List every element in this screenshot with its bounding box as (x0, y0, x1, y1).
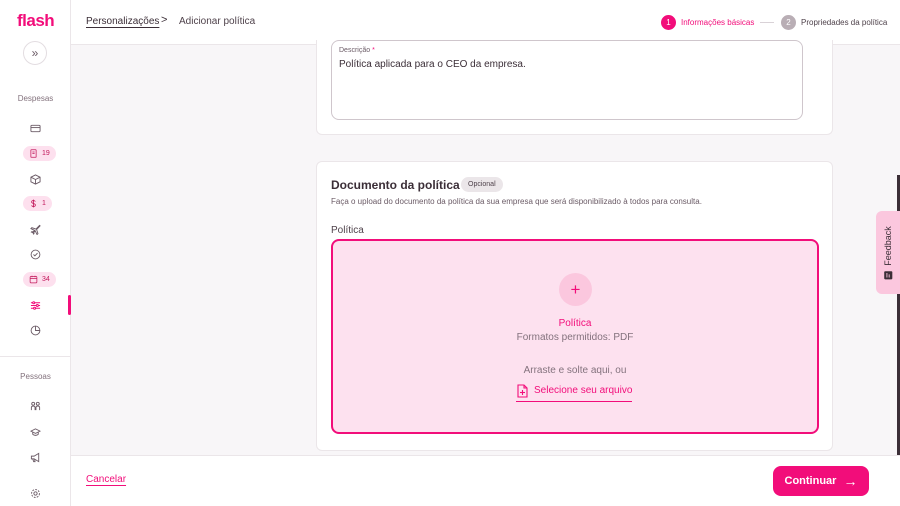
sidebar-item-advances[interactable]: 1 (23, 196, 52, 211)
flash-logo[interactable]: flash (17, 11, 55, 31)
optional-badge: Opcional (461, 177, 503, 192)
document-section-description: Faça o upload do documento da política d… (331, 197, 702, 206)
stepper-connector (760, 22, 774, 23)
section-label-people: Pessoas (20, 372, 51, 381)
people-icon (30, 401, 40, 410)
step-1-number: 1 (661, 15, 676, 30)
sidebar: flash » Despesas 19 1 34 Pessoas (0, 0, 71, 506)
breadcrumb-chevron-icon: > (161, 14, 168, 26)
pie-chart-icon (30, 325, 40, 335)
step-1-label: Informações básicas (681, 18, 755, 27)
description-label: Descrição * (339, 47, 375, 54)
dropzone-title: Política (558, 318, 592, 329)
file-add-icon (517, 383, 528, 398)
active-indicator (68, 295, 71, 315)
plus-icon[interactable]: + (559, 273, 592, 306)
description-textarea[interactable]: Descrição * Política aplicada para o CEO… (331, 40, 803, 120)
sidebar-item-statements[interactable]: 34 (23, 272, 56, 287)
dollar-icon (31, 199, 36, 208)
sidebar-item-customizations[interactable] (23, 297, 47, 313)
sidebar-item-people[interactable] (23, 398, 47, 414)
sidebar-item-announcements[interactable] (23, 449, 47, 465)
sidebar-item-training[interactable] (23, 424, 47, 440)
footer-bar: Cancelar Continuar → (71, 455, 900, 506)
cancel-button[interactable]: Cancelar (86, 474, 126, 485)
breadcrumb-current: Adicionar política (179, 16, 256, 27)
megaphone-icon (30, 452, 39, 462)
select-file-label: Selecione seu arquivo (534, 385, 633, 396)
sidebar-item-packages[interactable] (23, 171, 47, 187)
graduation-cap-icon (29, 427, 41, 436)
feedback-label: Feedback (883, 225, 893, 266)
feedback-icon (883, 270, 893, 279)
arrow-right-icon: → (843, 473, 858, 489)
sidebar-item-reports[interactable]: 19 (23, 146, 56, 161)
calendar-icon (29, 275, 38, 284)
dropzone-drag-text: Arraste e solte aqui, ou (523, 365, 627, 376)
airplane-icon (29, 224, 41, 235)
sidebar-item-approvals[interactable] (23, 246, 47, 262)
credit-card-icon (29, 124, 41, 132)
file-dropzone[interactable]: + Política Formatos permitidos: PDF Arra… (331, 239, 819, 434)
step-2-number: 2 (781, 15, 796, 30)
top-bar: Personalizações > Adicionar política 1 I… (71, 0, 900, 45)
statements-count-badge: 34 (42, 276, 50, 283)
continue-label: Continuar (784, 475, 837, 487)
document-section-title: Documento da política (331, 178, 460, 192)
continue-button[interactable]: Continuar → (773, 466, 869, 496)
sidebar-item-analytics[interactable] (23, 322, 47, 338)
section-label-expenses: Despesas (17, 94, 54, 103)
sliders-icon (30, 300, 40, 310)
receipt-icon (30, 149, 37, 158)
expand-sidebar-button[interactable]: » (23, 41, 47, 65)
gear-icon (30, 488, 40, 498)
sidebar-divider (0, 356, 71, 357)
feedback-tab[interactable]: Feedback (876, 211, 900, 294)
reports-count-badge: 19 (42, 150, 50, 157)
check-circle-icon (30, 249, 40, 259)
policy-field-label: Política (331, 225, 364, 236)
select-file-link[interactable]: Selecione seu arquivo (516, 382, 633, 402)
advances-count-badge: 1 (42, 200, 46, 207)
sidebar-item-cards[interactable] (23, 120, 47, 136)
breadcrumb-customizations[interactable]: Personalizações (86, 16, 159, 27)
sidebar-item-travel[interactable] (23, 221, 47, 237)
step-2-label: Propriedades da política (801, 18, 888, 27)
dropzone-formats: Formatos permitidos: PDF (516, 332, 634, 343)
description-value: Política aplicada para o CEO da empresa. (339, 59, 526, 70)
box-icon (29, 173, 41, 185)
sidebar-item-settings[interactable] (23, 485, 47, 501)
